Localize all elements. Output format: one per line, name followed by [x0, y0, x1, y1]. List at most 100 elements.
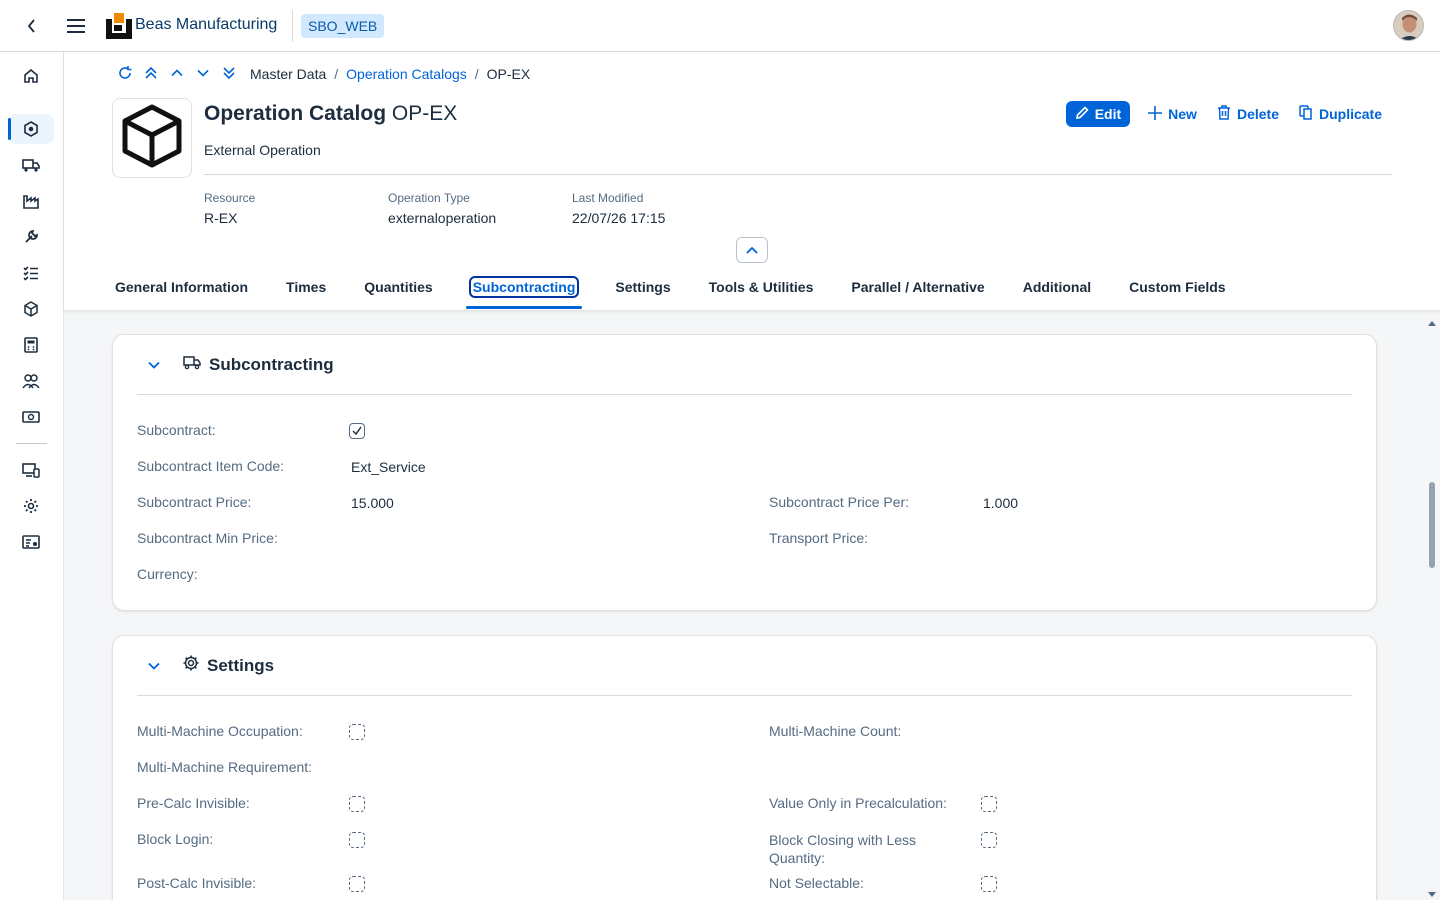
- factory-icon[interactable]: [8, 186, 54, 216]
- kpi-label: Operation Type: [388, 191, 470, 205]
- checklist-icon[interactable]: [8, 258, 54, 288]
- report-icon[interactable]: [8, 527, 54, 557]
- tab-times[interactable]: Times: [281, 274, 331, 310]
- header-divider: [204, 174, 1392, 175]
- collapse-header-button[interactable]: [736, 237, 768, 263]
- page-subtitle: External Operation: [204, 142, 321, 158]
- title-id: OP-EX: [391, 102, 458, 125]
- kpi-operation-type: Operation Type externaloperation: [388, 191, 496, 226]
- kpi-value: R-EX: [204, 210, 238, 226]
- tab-bar: General Information Times Quantities Sub…: [110, 274, 1259, 310]
- pre-calc-invisible-label: Pre-Calc Invisible:: [137, 795, 250, 811]
- object-page-header: Master Data / Operation Catalogs / OP-EX…: [64, 52, 1440, 310]
- block-closing-checkbox[interactable]: [981, 832, 997, 848]
- scrollbar-thumb[interactable]: [1429, 482, 1435, 568]
- kpi-label: Last Modified: [572, 191, 644, 205]
- back-icon[interactable]: [20, 14, 44, 38]
- object-image: [112, 98, 192, 178]
- duplicate-button[interactable]: Duplicate: [1297, 101, 1384, 127]
- product-icon[interactable]: [8, 294, 54, 324]
- tab-additional[interactable]: Additional: [1018, 274, 1096, 310]
- pre-calc-invisible-checkbox[interactable]: [349, 796, 365, 812]
- scroll-up-icon[interactable]: [1427, 314, 1437, 332]
- chevron-down-icon[interactable]: [145, 662, 163, 670]
- tab-subcontracting[interactable]: Subcontracting: [465, 274, 583, 310]
- kpi-last-modified: Last Modified 22/07/26 17:15: [572, 191, 665, 226]
- section-title: Settings: [207, 655, 275, 675]
- tab-parallel-alternative[interactable]: Parallel / Alternative: [846, 274, 989, 310]
- tab-label: Parallel / Alternative: [851, 279, 985, 295]
- tab-settings[interactable]: Settings: [610, 274, 675, 310]
- transport-price-label: Transport Price:: [769, 530, 869, 546]
- breadcrumb-current: OP-EX: [486, 66, 531, 82]
- new-button[interactable]: New: [1146, 101, 1199, 127]
- block-login-label: Block Login:: [137, 831, 214, 847]
- tab-custom-fields[interactable]: Custom Fields: [1124, 274, 1230, 310]
- tab-label: Subcontracting: [468, 276, 580, 298]
- user-avatar[interactable]: [1393, 10, 1424, 41]
- group-icon[interactable]: [8, 366, 54, 396]
- section-title: Subcontracting: [209, 354, 334, 374]
- delete-button-label: Delete: [1236, 106, 1279, 122]
- record-navigation: [116, 64, 238, 82]
- value-only-precalc-label: Value Only in Precalculation:: [769, 795, 947, 811]
- currency-label: Currency:: [137, 566, 198, 582]
- nav-separator: [16, 443, 47, 444]
- duplicate-button-label: Duplicate: [1318, 106, 1382, 122]
- delete-button[interactable]: Delete: [1215, 101, 1281, 127]
- refresh-icon[interactable]: [116, 64, 134, 82]
- shipping-truck-icon: [183, 354, 201, 375]
- home-icon[interactable]: [8, 61, 54, 91]
- settings-section: Settings Multi-Machine Occupation: Multi…: [112, 635, 1377, 900]
- multi-machine-occupation-checkbox[interactable]: [349, 724, 365, 740]
- gear-icon: [183, 655, 199, 676]
- next-record-icon[interactable]: [194, 64, 212, 82]
- block-login-checkbox[interactable]: [349, 832, 365, 848]
- breadcrumb-operation-catalogs[interactable]: Operation Catalogs: [346, 66, 467, 82]
- tab-label: Quantities: [364, 279, 433, 295]
- price-value: 15.000: [351, 495, 394, 511]
- scroll-down-icon[interactable]: [1427, 886, 1437, 900]
- breadcrumb: Master Data / Operation Catalogs / OP-EX: [250, 66, 530, 82]
- calculator-icon[interactable]: [8, 330, 54, 360]
- multi-machine-count-label: Multi-Machine Count:: [769, 723, 902, 739]
- cube-icon: [119, 103, 185, 174]
- tab-label: Custom Fields: [1129, 279, 1226, 295]
- chevron-up-icon: [746, 241, 758, 259]
- breadcrumb-separator: /: [334, 66, 339, 82]
- wrench-icon[interactable]: [8, 222, 54, 252]
- last-record-icon[interactable]: [220, 64, 238, 82]
- add-icon: [1148, 105, 1163, 123]
- money-icon[interactable]: [8, 402, 54, 432]
- price-label: Subcontract Price:: [137, 494, 252, 510]
- kpi-label: Resource: [204, 191, 256, 205]
- page-title: Operation Catalog OP-EX: [204, 102, 457, 126]
- devices-icon[interactable]: [8, 455, 54, 485]
- value-only-precalc-checkbox[interactable]: [981, 796, 997, 812]
- app-name[interactable]: Beas Manufacturing: [135, 16, 277, 34]
- master-data-icon[interactable]: [8, 114, 54, 144]
- truck-icon[interactable]: [8, 150, 54, 180]
- tab-tools-utilities[interactable]: Tools & Utilities: [704, 274, 819, 310]
- item-code-label: Subcontract Item Code:: [137, 458, 285, 474]
- previous-record-icon[interactable]: [168, 64, 186, 82]
- multi-machine-occupation-label: Multi-Machine Occupation:: [137, 723, 303, 739]
- edit-button[interactable]: Edit: [1065, 101, 1131, 127]
- price-per-value: 1.000: [983, 495, 1019, 511]
- subcontract-checkbox[interactable]: [349, 423, 365, 439]
- chevron-down-icon[interactable]: [145, 361, 163, 369]
- trash-icon: [1217, 105, 1231, 123]
- post-calc-invisible-checkbox[interactable]: [349, 876, 365, 892]
- tab-label: Tools & Utilities: [708, 279, 814, 295]
- shell-bar: Beas Manufacturing SBO_WEB: [0, 0, 1440, 52]
- hamburger-menu-icon[interactable]: [64, 14, 88, 38]
- tab-quantities[interactable]: Quantities: [359, 274, 437, 310]
- vertical-scrollbar[interactable]: [1426, 312, 1438, 900]
- not-selectable-checkbox[interactable]: [981, 876, 997, 892]
- breadcrumb-master-data: Master Data: [250, 66, 327, 82]
- tab-general-information[interactable]: General Information: [110, 274, 253, 310]
- first-record-icon[interactable]: [142, 64, 160, 82]
- not-selectable-label: Not Selectable:: [769, 875, 864, 891]
- tab-label: Settings: [615, 279, 671, 295]
- gear-icon[interactable]: [8, 491, 54, 521]
